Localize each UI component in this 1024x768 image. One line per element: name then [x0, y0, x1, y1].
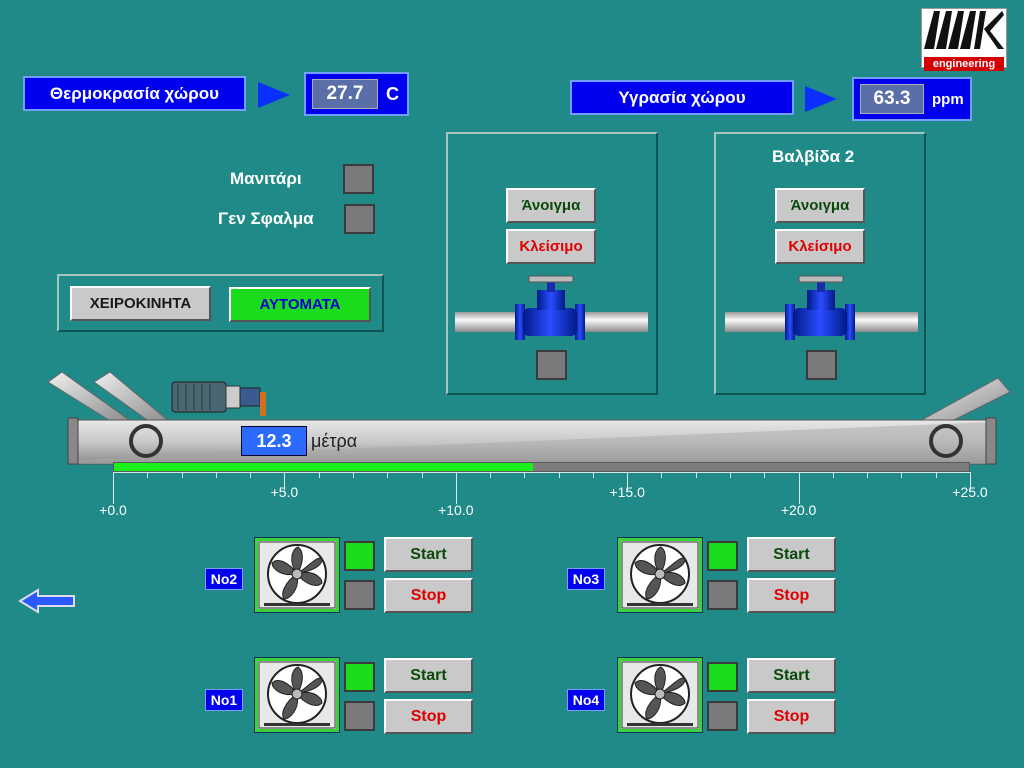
valve2-title: Βαλβίδα 2: [772, 147, 855, 166]
temperature-label: Θερμοκρασία χώρου: [23, 76, 246, 111]
humidity-arrow-icon: [805, 86, 837, 112]
fan-tag: No1: [205, 689, 243, 711]
fan-start-button[interactable]: Start: [384, 537, 473, 572]
scale-minor-tick: [147, 472, 149, 478]
fan-unit[interactable]: [254, 657, 340, 733]
scale-axis: [113, 472, 970, 473]
fan-fault-indicator: [707, 701, 738, 731]
scale-tick-label: +15.0: [609, 484, 645, 500]
scale-minor-tick: [867, 472, 869, 478]
valve1-valve-icon: [455, 275, 648, 340]
mushroom-label: Μανιτάρι: [230, 169, 302, 188]
conveyor-position-unit: μέτρα: [311, 430, 358, 451]
scale-minor-tick: [490, 472, 492, 478]
fan-tag: No3: [567, 568, 605, 590]
scale-minor-tick: [250, 472, 252, 478]
manual-mode-button[interactable]: ΧΕΙΡΟΚΙΝΗΤΑ: [70, 286, 211, 321]
scale-minor-tick: [695, 472, 697, 478]
humidity-label: Υγρασία χώρου: [570, 80, 794, 115]
humidity-unit: ppm: [932, 90, 964, 108]
valve1-open-button[interactable]: Άνοιγμα: [506, 188, 596, 223]
temperature-value: 27.7: [312, 79, 378, 109]
scale-minor-tick: [558, 472, 560, 478]
scale-tick-label: +0.0: [99, 502, 127, 518]
fan-running-indicator: [707, 662, 738, 692]
fan-unit[interactable]: [617, 657, 703, 733]
fan-start-button[interactable]: Start: [747, 658, 836, 693]
temperature-unit: C: [386, 83, 399, 104]
valve2-valve-icon: [725, 275, 918, 340]
humidity-display: 63.3 ppm: [852, 77, 972, 121]
scale-major-tick: [113, 472, 114, 504]
mushroom-indicator: [343, 164, 374, 194]
fan-unit[interactable]: [617, 537, 703, 613]
fault-indicator: [344, 204, 375, 234]
conveyor-progress-fill: [114, 463, 533, 471]
conveyor-position-display: 12.3 μέτρα: [241, 426, 357, 456]
fan-tag: No4: [567, 689, 605, 711]
fan-icon: [258, 541, 336, 609]
fan-stop-button[interactable]: Stop: [384, 699, 473, 734]
temperature-arrow-icon: [258, 82, 290, 108]
scale-major-tick: [798, 472, 800, 504]
scale-tick-label: +5.0: [270, 484, 299, 500]
fan-icon: [258, 661, 336, 729]
fan-unit[interactable]: [254, 537, 340, 613]
fan-fault-indicator: [707, 580, 738, 610]
valve2-close-button[interactable]: Κλείσιμο: [775, 229, 865, 264]
auto-mode-button[interactable]: ΑΥΤΟΜΑΤΑ: [229, 287, 371, 322]
scale-tick-label: +10.0: [438, 502, 474, 518]
scale-tick-label: +25.0: [952, 484, 988, 500]
conveyor-position-value: 12.3: [241, 426, 307, 456]
scale-minor-tick: [215, 472, 217, 478]
fan-running-indicator: [344, 662, 375, 692]
scale-minor-tick: [764, 472, 766, 478]
scale-minor-tick: [352, 472, 354, 478]
fan-start-button[interactable]: Start: [747, 537, 836, 572]
humidity-value: 63.3: [860, 84, 924, 114]
fan-stop-button[interactable]: Stop: [384, 578, 473, 613]
logo-mark: [924, 11, 1004, 49]
scale-minor-tick: [387, 472, 389, 478]
scale-minor-tick: [524, 472, 526, 478]
back-arrow-icon[interactable]: [18, 588, 76, 614]
fan-icon: [621, 541, 699, 609]
temperature-display: 27.7 C: [304, 72, 409, 116]
scale-minor-tick: [592, 472, 594, 478]
fan-fault-indicator: [344, 580, 375, 610]
fan-running-indicator: [344, 541, 375, 571]
scale-tick-label: +20.0: [780, 502, 817, 518]
scale-minor-tick: [661, 472, 663, 478]
scale-minor-tick: [901, 472, 903, 478]
fan-start-button[interactable]: Start: [384, 658, 473, 693]
fan-icon: [621, 661, 699, 729]
valve1-close-button[interactable]: Κλείσιμο: [506, 229, 596, 264]
scale-minor-tick: [935, 472, 937, 478]
fault-label: Γεν Σφαλμα: [218, 209, 314, 228]
scale-minor-tick: [421, 472, 423, 478]
fan-tag: No2: [205, 568, 243, 590]
motor-icon: [171, 381, 266, 416]
conveyor-progress-bar: [113, 462, 970, 472]
fan-stop-button[interactable]: Stop: [747, 699, 836, 734]
scale-minor-tick: [832, 472, 834, 478]
scale-minor-tick: [318, 472, 320, 478]
fan-stop-button[interactable]: Stop: [747, 578, 836, 613]
fan-running-indicator: [707, 541, 738, 571]
scale-minor-tick: [181, 472, 183, 478]
valve2-open-button[interactable]: Άνοιγμα: [775, 188, 865, 223]
logo-subtitle: engineering: [924, 57, 1004, 71]
scale-minor-tick: [730, 472, 732, 478]
company-logo: engineering: [921, 8, 1007, 71]
scale-major-tick: [455, 472, 457, 504]
fan-fault-indicator: [344, 701, 375, 731]
